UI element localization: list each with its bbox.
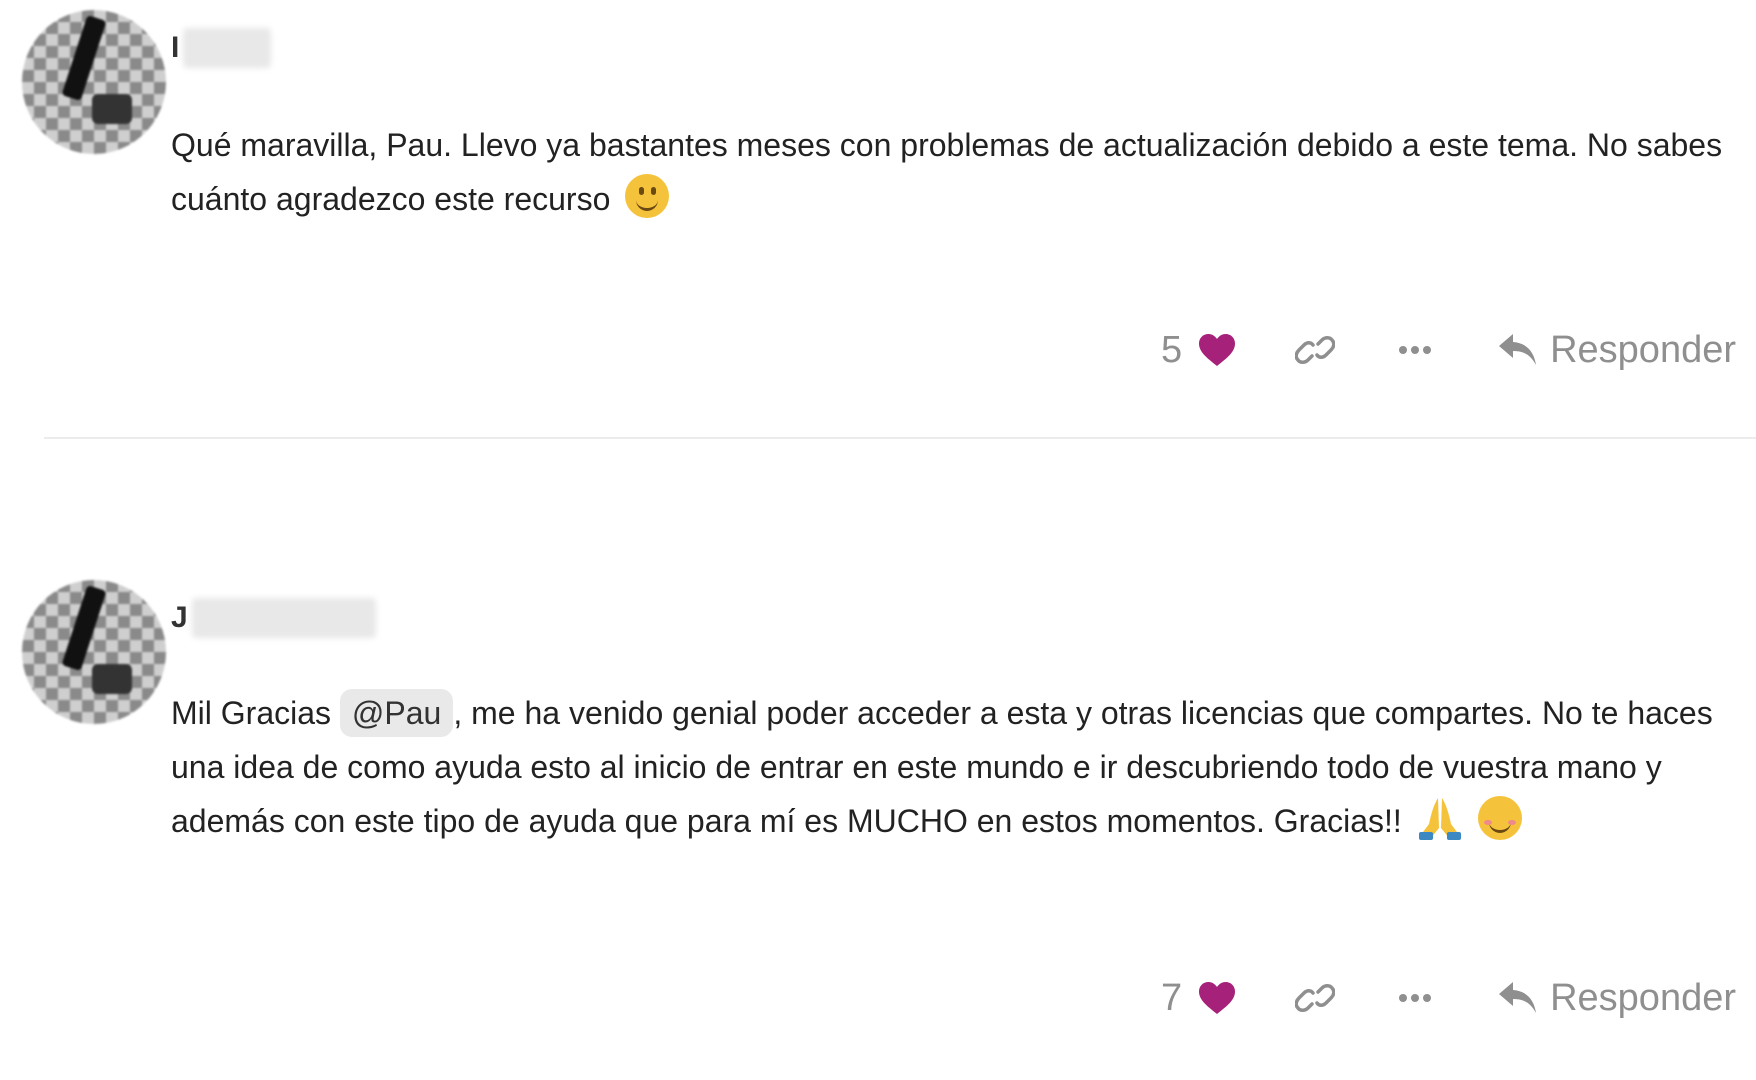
more-options-button[interactable] <box>1392 345 1438 355</box>
author-name[interactable]: I <box>171 28 272 68</box>
like-count: 7 <box>1160 976 1183 1019</box>
ellipsis-icon <box>1399 346 1432 354</box>
reply-arrow-icon <box>1499 982 1537 1013</box>
more-options-button[interactable] <box>1392 993 1438 1003</box>
post-body: Qué maravilla, Pau. Llevo ya bastantes m… <box>171 118 1731 226</box>
post-text: Mil Gracias <box>171 695 332 731</box>
heart-icon <box>1199 334 1236 366</box>
post-actions: 7 Responder <box>1161 968 1736 1028</box>
post-divider <box>44 437 1756 439</box>
redacted-name-block <box>191 598 376 638</box>
smiling-face-with-smiling-eyes-icon <box>1477 796 1522 840</box>
reply-button[interactable]: Responder <box>1498 329 1736 372</box>
avatar[interactable] <box>22 580 166 724</box>
link-icon <box>1295 984 1336 1012</box>
ellipsis-icon <box>1399 994 1432 1002</box>
copy-link-button[interactable] <box>1292 982 1338 1014</box>
copy-link-button[interactable] <box>1292 334 1338 366</box>
link-icon <box>1295 336 1336 364</box>
author-name[interactable]: J <box>171 598 376 638</box>
heart-icon <box>1199 982 1236 1014</box>
avatar[interactable] <box>22 10 166 154</box>
reply-label: Responder <box>1550 976 1736 1019</box>
post-body: Mil Gracias @Pau, me ha venido genial po… <box>171 686 1731 848</box>
post: J Mil Gracias @Pau, me ha venido genial … <box>0 570 1756 1080</box>
user-mention[interactable]: @Pau <box>339 689 454 737</box>
reply-label: Responder <box>1550 328 1736 371</box>
author-initial: J <box>171 601 188 634</box>
post: I Qué maravilla, Pau. Llevo ya bastantes… <box>0 0 1756 440</box>
reply-arrow-icon <box>1499 334 1537 365</box>
post-actions: 5 Responder <box>1161 320 1736 380</box>
like-button[interactable]: 7 <box>1161 977 1236 1020</box>
like-count: 5 <box>1160 328 1183 371</box>
post-text: Qué maravilla, Pau. Llevo ya bastantes m… <box>171 127 1723 217</box>
folded-hands-icon <box>1418 798 1461 840</box>
reply-button[interactable]: Responder <box>1498 977 1736 1020</box>
author-initial: I <box>171 31 180 64</box>
redacted-name-block <box>183 28 272 68</box>
slightly-smiling-face-icon <box>625 174 670 218</box>
like-button[interactable]: 5 <box>1161 329 1236 372</box>
